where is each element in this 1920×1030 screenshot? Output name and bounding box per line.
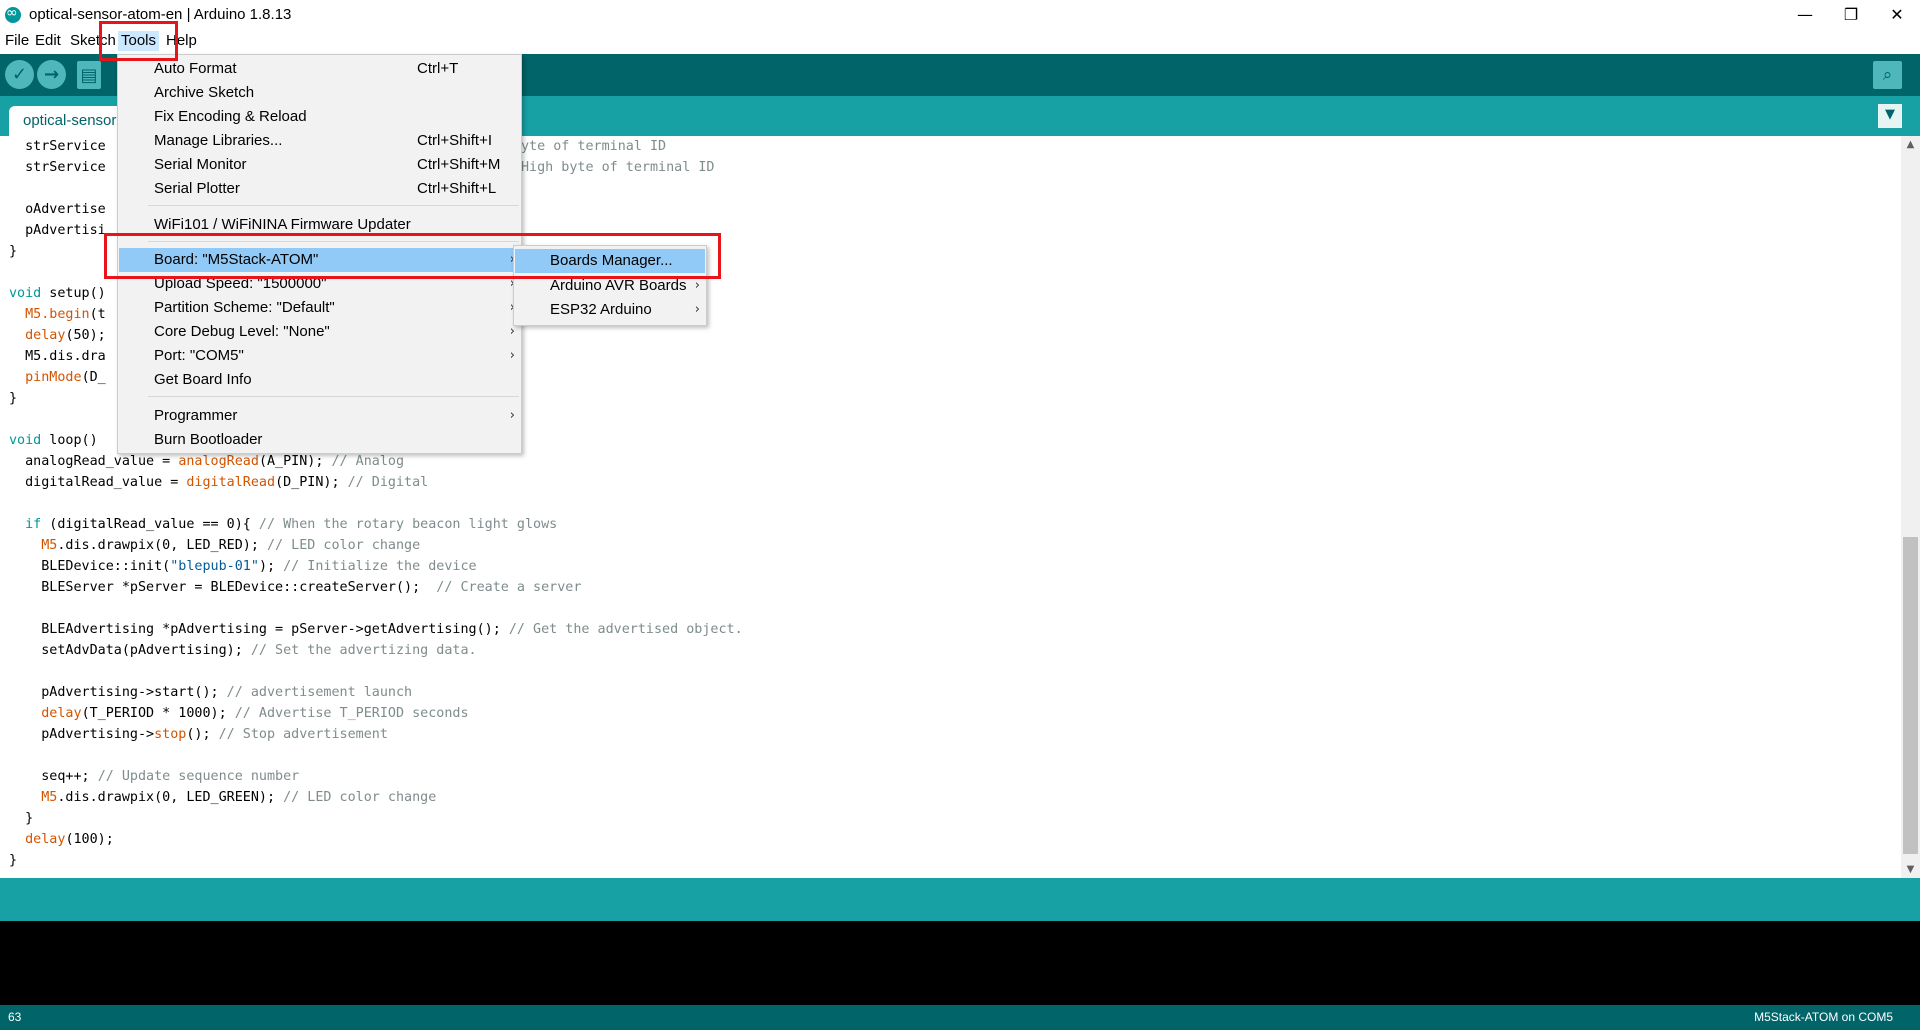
code-line: M5.dis.drawpix(0, LED_RED); // LED color… (9, 538, 421, 553)
new-button[interactable]: ▤ (77, 61, 101, 89)
scroll-up-arrow[interactable]: ▲ (1901, 136, 1920, 153)
annotation-board-highlight (104, 233, 721, 279)
menu-item-get-board-info[interactable]: Get Board Info (119, 368, 520, 392)
code-line: M5.begin(t (9, 307, 106, 322)
menu-item-port[interactable]: Port: "COM5" › (119, 344, 520, 368)
checkmark-icon: ✓ (11, 64, 28, 85)
menu-item-archive-sketch[interactable]: Archive Sketch (119, 81, 520, 105)
code-line: delay(50); (9, 328, 106, 343)
minimize-button[interactable]: — (1782, 0, 1828, 29)
arrow-right-icon: → (43, 64, 60, 85)
code-line: pAdvertising->start(); // advertisement … (9, 685, 413, 700)
close-button[interactable]: ✕ (1874, 0, 1920, 29)
menu-separator (148, 396, 519, 397)
menu-item-partition-scheme[interactable]: Partition Scheme: "Default"› (119, 296, 520, 320)
menu-file[interactable]: File (2, 31, 32, 51)
console-output (0, 921, 1920, 1005)
code-line: digitalRead_value = digitalRead(D_PIN); … (9, 475, 429, 490)
code-line: delay(T_PERIOD * 1000); // Advertise T_P… (9, 706, 469, 721)
menu-item-core-debug-level[interactable]: Core Debug Level: "None" › (119, 320, 520, 344)
status-bar: 63 M5Stack-ATOM on COM5 (0, 1005, 1920, 1030)
chevron-right-icon: › (509, 348, 515, 363)
board-port-status: M5Stack-ATOM on COM5 (1754, 1010, 1893, 1024)
code-line: strService High byte of terminal ID (9, 160, 715, 175)
menu-bar: File Edit Sketch Tools Help (0, 29, 1920, 55)
serial-monitor-button[interactable]: ⌕ (1873, 61, 1902, 89)
code-line: oAdvertise (9, 202, 106, 217)
menu-item-manage-libraries[interactable]: Manage Libraries... Ctrl+Shift+I (119, 129, 520, 153)
menu-item-fix-encoding[interactable]: Fix Encoding & Reload (119, 105, 520, 129)
code-line: pAdvertisi (9, 223, 106, 238)
menu-separator (148, 205, 519, 206)
new-file-icon: ▤ (80, 65, 98, 86)
menu-item-serial-monitor[interactable]: Serial Monitor Ctrl+Shift+M (119, 153, 520, 177)
tab-menu-button[interactable]: ▼ (1878, 104, 1902, 128)
code-line: seq++; // Update sequence number (9, 769, 300, 784)
upload-button[interactable]: → (37, 60, 66, 89)
code-line: } (9, 244, 18, 259)
menu-item-programmer[interactable]: Programmer › (119, 404, 520, 428)
code-line: BLEAdvertising *pAdvertising = pServer->… (9, 622, 743, 637)
menu-edit[interactable]: Edit (32, 31, 64, 51)
code-line: } (9, 811, 34, 826)
magnifier-icon: ⌕ (1882, 65, 1893, 85)
code-line: M5.dis.drawpix(0, LED_GREEN); // LED col… (9, 790, 437, 805)
arduino-logo-icon (5, 5, 21, 23)
code-line: void setup() (9, 286, 106, 301)
verify-button[interactable]: ✓ (5, 60, 34, 89)
menu-item-auto-format[interactable]: Auto Format Ctrl+T (119, 57, 520, 81)
scrollbar-thumb[interactable] (1903, 537, 1918, 854)
code-line: if (digitalRead_value == 0){ // When the… (9, 517, 558, 532)
code-line: } (9, 391, 18, 406)
line-number: 63 (8, 1010, 22, 1024)
scroll-down-arrow[interactable]: ▼ (1901, 861, 1920, 878)
code-line: BLEDevice::init("blepub-01"); // Initial… (9, 559, 477, 574)
chevron-right-icon: › (694, 302, 700, 317)
code-line: pAdvertising->stop(); // Stop advertisem… (9, 727, 388, 742)
menu-item-burn-bootloader[interactable]: Burn Bootloader (119, 428, 520, 452)
code-line: delay(100); (9, 832, 114, 847)
annotation-tools-highlight (99, 21, 178, 61)
code-line: M5.dis.dra (9, 349, 106, 364)
menu-item-esp32-arduino[interactable]: ESP32 Arduino › (515, 298, 705, 322)
code-line: strService yte of terminal ID (9, 139, 667, 154)
message-area (0, 878, 1920, 921)
maximize-button[interactable]: ❐ (1828, 0, 1874, 29)
chevron-right-icon: › (509, 408, 515, 423)
code-line: BLEServer *pServer = BLEDevice::createSe… (9, 580, 582, 595)
code-line: } (9, 853, 18, 868)
code-line: setAdvData(pAdvertising); // Set the adv… (9, 643, 477, 658)
code-line: void loop() (9, 433, 98, 448)
code-line: pinMode(D_ (9, 370, 106, 385)
title-bar: optical-sensor-atom-en | Arduino 1.8.13 … (0, 0, 1920, 29)
code-line: analogRead_value = analogRead(A_PIN); //… (9, 454, 405, 469)
menu-item-serial-plotter[interactable]: Serial Plotter Ctrl+Shift+L (119, 177, 520, 201)
